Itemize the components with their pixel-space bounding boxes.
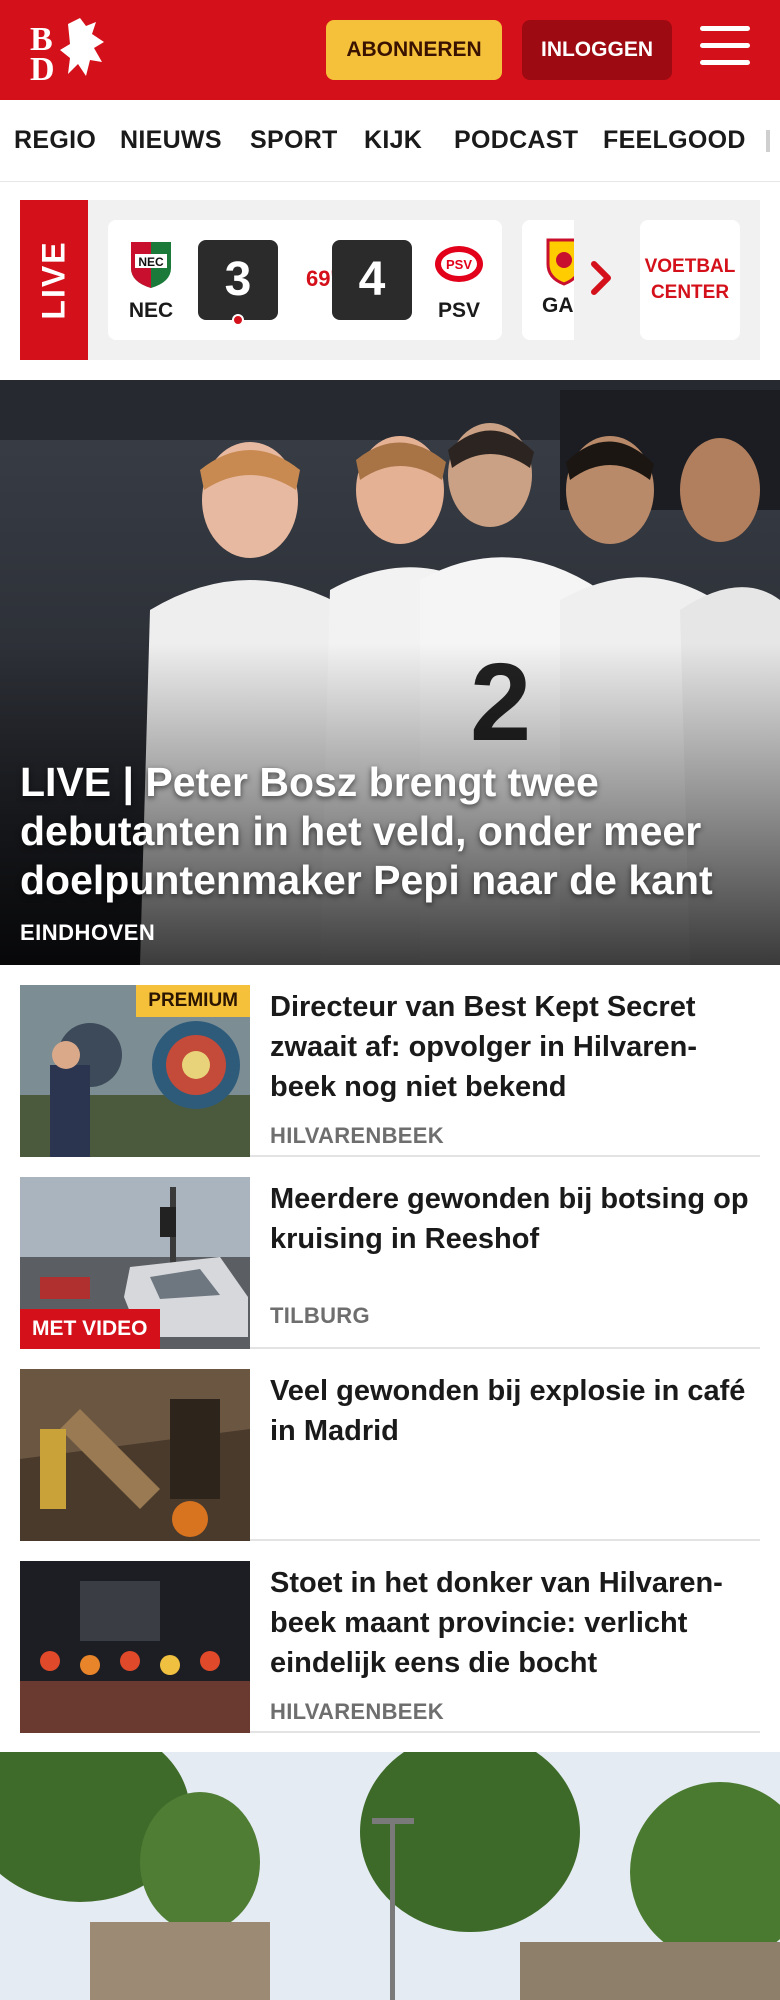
article-thumbnail [20,1561,250,1733]
nec-crest-icon: NEC [131,242,171,288]
live-scores-bar: LIVE NEC NEC 3 69' 4 PSV PSV GA VOETBAL … [20,200,760,360]
article-thumbnail: MET VIDEO [20,1177,250,1349]
away-score: 4 [332,240,412,320]
nav-overflow-hint [766,130,770,152]
article-card[interactable]: MET VIDEO Meerdere gewonden bij botsing … [20,1177,760,1349]
article-thumbnail [20,1369,250,1541]
hero-location: EINDHOVEN [20,920,156,945]
article-title[interactable]: Stoet in het donker van Hilvaren-beek ma… [270,1563,750,1683]
home-team-name: NEC [128,299,174,322]
subscribe-button[interactable]: ABONNEREN [326,20,502,80]
article-card[interactable]: Stoet in het donker van Hilvaren-beek ma… [20,1561,760,1733]
article-location: TILBURG [270,1303,370,1328]
chevron-right-icon[interactable] [586,258,616,298]
premium-badge: PREMIUM [136,985,250,1017]
svg-text:NEC: NEC [138,255,164,269]
home-score: 3 [198,240,278,320]
match-card-nec-psv[interactable]: NEC NEC 3 69' 4 PSV PSV [108,220,502,340]
hamburger-icon[interactable] [700,26,750,72]
article-title[interactable]: Veel gewonden bij explosie in café in Ma… [270,1371,750,1451]
next-article-image[interactable] [0,1752,780,2000]
article-card[interactable]: PREMIUM Directeur van Best Kept Secret z… [20,985,760,1157]
nav-item-sport[interactable]: SPORT [250,126,338,155]
live-tag: LIVE [20,200,88,360]
next-match-team-name: GA [542,294,574,317]
nav-item-podcast[interactable]: PODCAST [454,126,578,155]
ga-eagles-crest-icon [546,238,574,286]
svg-text:D: D [30,51,55,84]
article-location: HILVARENBEEK [270,1123,444,1148]
nav-item-kijk[interactable]: KIJK [364,126,422,155]
away-team: PSV PSV [424,238,494,323]
voetbal-center-link[interactable]: VOETBAL CENTER [640,220,740,340]
live-label: LIVE [35,240,72,320]
article-thumbnail: PREMIUM [20,985,250,1157]
away-team-name: PSV [437,299,481,322]
article-title[interactable]: Meerdere gewonden bij botsing op kruisin… [270,1179,750,1259]
nav-item-feelgood[interactable]: FEELGOOD [603,126,746,155]
login-button[interactable]: INLOGGEN [522,20,672,80]
match-card-next[interactable]: GA [522,220,574,340]
nav-item-nieuws[interactable]: NIEUWS [120,126,222,155]
video-badge: MET VIDEO [20,1309,160,1349]
article-location: HILVARENBEEK [270,1699,444,1724]
bd-logo[interactable]: B D [28,14,112,84]
article-title[interactable]: Directeur van Best Kept Secret zwaait af… [270,987,750,1107]
live-indicator-dot [232,314,244,326]
article-card[interactable]: Veel gewonden bij explosie in café in Ma… [20,1369,760,1541]
hero-article[interactable]: 2 LIVE | Peter Bosz brengt twee debutant… [0,380,780,965]
site-header: B D ABONNEREN INLOGGEN [0,0,780,100]
hero-title[interactable]: LIVE | Peter Bosz brengt twee debutanten… [20,758,750,905]
nav-item-regio[interactable]: REGIO [14,126,96,155]
home-team: NEC NEC [116,238,186,323]
svg-text:PSV: PSV [446,257,472,272]
main-navigation: REGIO NIEUWS SPORT KIJK PODCAST FEELGOOD [0,100,780,182]
psv-crest-icon: PSV [435,246,483,282]
